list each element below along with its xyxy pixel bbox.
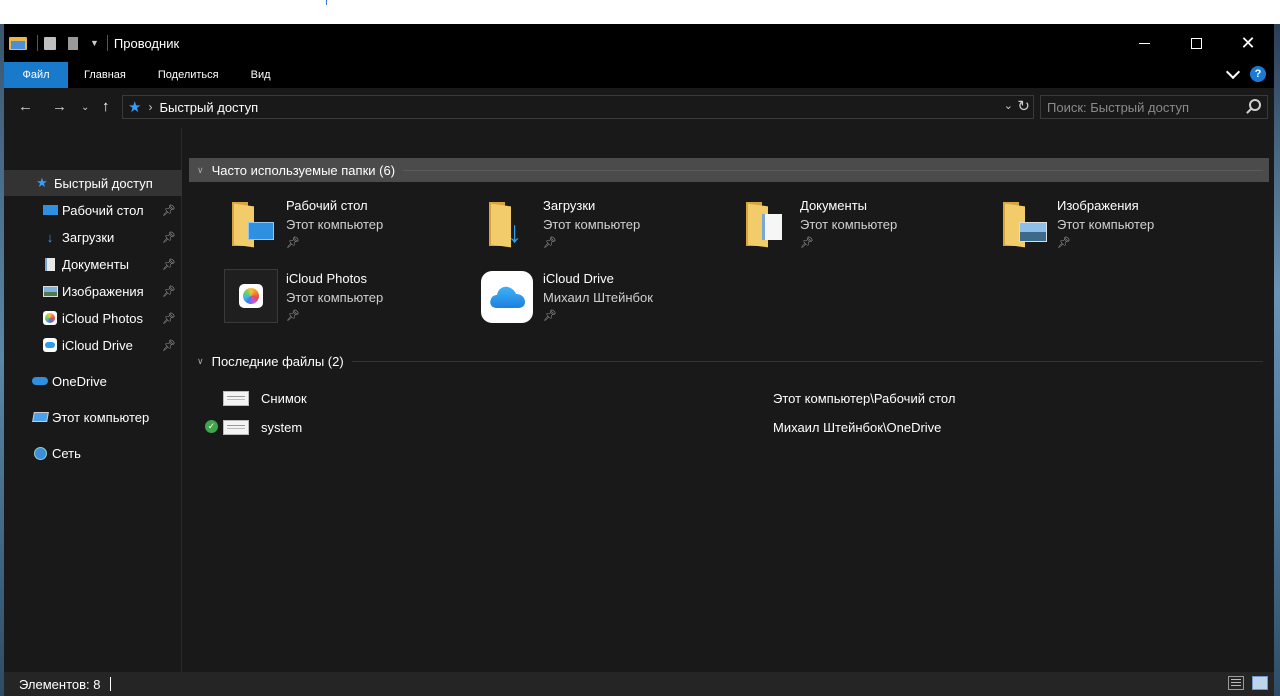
content-pane: ∨ Часто используемые папки (6) Рабочий с…	[185, 128, 1274, 672]
window-controls: ✕	[1118, 24, 1274, 62]
minimize-icon	[1138, 42, 1150, 44]
window-title: Проводник	[113, 35, 180, 51]
ribbon-tabs: Файл Главная Поделиться Вид ?	[4, 62, 1274, 88]
pin-icon: 📌︎	[286, 310, 300, 322]
pin-icon: 📌︎	[543, 237, 557, 249]
pin-icon: 📌︎	[543, 310, 557, 322]
pin-icon: 📌︎	[162, 258, 176, 271]
back-arrow-icon[interactable]: ←	[18, 98, 33, 115]
customize-toolbar-dropdown-icon[interactable]: ▼	[90, 38, 99, 48]
pin-icon: 📌︎	[162, 339, 176, 352]
explorer-app-icon	[9, 36, 27, 50]
icloud-photos-icon	[224, 269, 278, 323]
folder-tile-pictures[interactable]: Изображения Этот компьютер 📌︎	[995, 196, 1245, 260]
document-icon	[42, 257, 58, 271]
sidebar-item-icloud-photos[interactable]: iCloud Photos 📌︎	[4, 305, 182, 331]
quick-access-star-icon: ★	[128, 99, 142, 116]
search-placeholder: Поиск: Быстрый доступ	[1047, 99, 1189, 115]
pin-icon: 📌︎	[162, 285, 176, 298]
sidebar-item-documents[interactable]: Документы 📌︎	[4, 251, 182, 277]
maximize-icon	[1190, 37, 1202, 49]
folder-tile-documents[interactable]: Документы Этот компьютер 📌︎	[738, 196, 988, 260]
address-bar[interactable]: ★ › Быстрый доступ ⌄ ↻	[122, 95, 1034, 119]
pictures-folder-icon	[995, 196, 1049, 250]
icloud-drive-icon	[481, 271, 533, 323]
explorer-window: ▼ Проводник ✕ Файл Главная Поделиться Ви…	[4, 24, 1274, 696]
folder-tile-desktop[interactable]: Рабочий стол Этот компьютер 📌︎	[224, 196, 474, 260]
tab-view[interactable]: Вид	[235, 62, 287, 88]
forward-arrow-icon[interactable]: →	[52, 98, 67, 115]
recent-files-header[interactable]: ∨ Последние файлы (2)	[189, 349, 1269, 373]
quick-access-toolbar: ▼	[4, 35, 114, 51]
onedrive-icon	[32, 374, 48, 388]
sync-ok-icon: ✓	[205, 420, 218, 433]
recent-locations-chevron-icon[interactable]: ⌄	[81, 102, 89, 113]
computer-icon	[31, 410, 49, 424]
status-bar: Элементов: 8	[4, 672, 1274, 696]
close-button[interactable]: ✕	[1222, 24, 1274, 62]
desktop-folder-icon	[224, 196, 278, 250]
pin-icon: 📌︎	[162, 204, 176, 217]
search-input[interactable]: Поиск: Быстрый доступ	[1040, 95, 1268, 119]
tab-file[interactable]: Файл	[4, 62, 68, 88]
desktop-background-top	[0, 0, 1280, 24]
breadcrumb-separator-icon[interactable]: ›	[148, 100, 152, 114]
search-icon[interactable]	[1249, 99, 1261, 111]
title-bar: ▼ Проводник ✕	[4, 24, 1274, 62]
refresh-icon[interactable]: ↻	[1017, 97, 1030, 115]
sidebar-item-desktop[interactable]: Рабочий стол 📌︎	[4, 197, 182, 223]
minimize-button[interactable]	[1118, 24, 1170, 62]
help-icon[interactable]: ?	[1250, 66, 1266, 82]
frequent-folders-header[interactable]: ∨ Часто используемые папки (6)	[189, 158, 1269, 182]
maximize-button[interactable]	[1170, 24, 1222, 62]
item-count: Элементов: 8	[19, 676, 101, 692]
file-icon	[223, 419, 249, 435]
icloud-photos-icon	[42, 311, 58, 325]
desktop-background-right	[1274, 24, 1280, 696]
collapse-chevron-icon[interactable]: ∨	[197, 356, 204, 367]
new-folder-icon[interactable]	[68, 36, 78, 50]
details-view-icon[interactable]	[1228, 676, 1244, 690]
up-arrow-icon[interactable]: ↑	[102, 98, 110, 115]
pin-icon: 📌︎	[162, 312, 176, 325]
sidebar-item-downloads[interactable]: ↓ Загрузки 📌︎	[4, 224, 182, 250]
list-item[interactable]: ✓ system Михаил Штейнбок\OneDrive	[205, 416, 1265, 438]
download-icon: ↓	[46, 229, 54, 245]
pictures-icon	[42, 284, 58, 298]
desktop-icon	[42, 203, 58, 217]
large-icons-view-icon[interactable]	[1252, 676, 1268, 690]
expand-ribbon-icon[interactable]	[1225, 64, 1241, 80]
pin-icon: 📌︎	[1057, 237, 1071, 249]
sidebar-item-pictures[interactable]: Изображения 📌︎	[4, 278, 182, 304]
navigation-pane: ★ Быстрый доступ Рабочий стол 📌︎ ↓ Загру…	[4, 128, 182, 672]
tab-share[interactable]: Поделиться	[142, 62, 235, 88]
star-icon: ★	[36, 175, 48, 190]
address-row: ← → ⌄ ↑ ★ › Быстрый доступ ⌄ ↻ Поиск: Бы…	[4, 88, 1274, 128]
sidebar-item-icloud-drive[interactable]: iCloud Drive 📌︎	[4, 332, 182, 358]
close-icon: ✕	[1240, 32, 1256, 54]
list-item[interactable]: Снимок Этот компьютер\Рабочий стол	[205, 387, 1265, 409]
network-icon	[32, 446, 48, 460]
tab-home[interactable]: Главная	[68, 62, 142, 88]
folder-tile-icloud-photos[interactable]: iCloud Photos Этот компьютер 📌︎	[224, 269, 474, 333]
properties-icon[interactable]	[44, 36, 56, 50]
address-dropdown-icon[interactable]: ⌄	[1004, 99, 1013, 112]
pin-icon: 📌︎	[800, 237, 814, 249]
folder-tile-downloads[interactable]: ↓ Загрузки Этот компьютер 📌︎	[481, 196, 731, 260]
sidebar-item-this-pc[interactable]: Этот компьютер	[4, 404, 182, 430]
image-file-icon	[223, 390, 249, 406]
folder-tile-icloud-drive[interactable]: iCloud Drive Михаил Штейнбок 📌︎	[481, 269, 731, 333]
icloud-drive-icon	[42, 338, 58, 352]
documents-folder-icon	[738, 196, 792, 250]
sidebar-item-quick-access[interactable]: ★ Быстрый доступ	[4, 170, 182, 196]
pin-icon: 📌︎	[286, 237, 300, 249]
sidebar-item-onedrive[interactable]: OneDrive	[4, 368, 182, 394]
breadcrumb[interactable]: Быстрый доступ	[159, 100, 258, 115]
collapse-chevron-icon[interactable]: ∨	[197, 165, 204, 176]
pin-icon: 📌︎	[162, 231, 176, 244]
sidebar-item-network[interactable]: Сеть	[4, 440, 182, 466]
downloads-folder-icon: ↓	[481, 196, 535, 250]
